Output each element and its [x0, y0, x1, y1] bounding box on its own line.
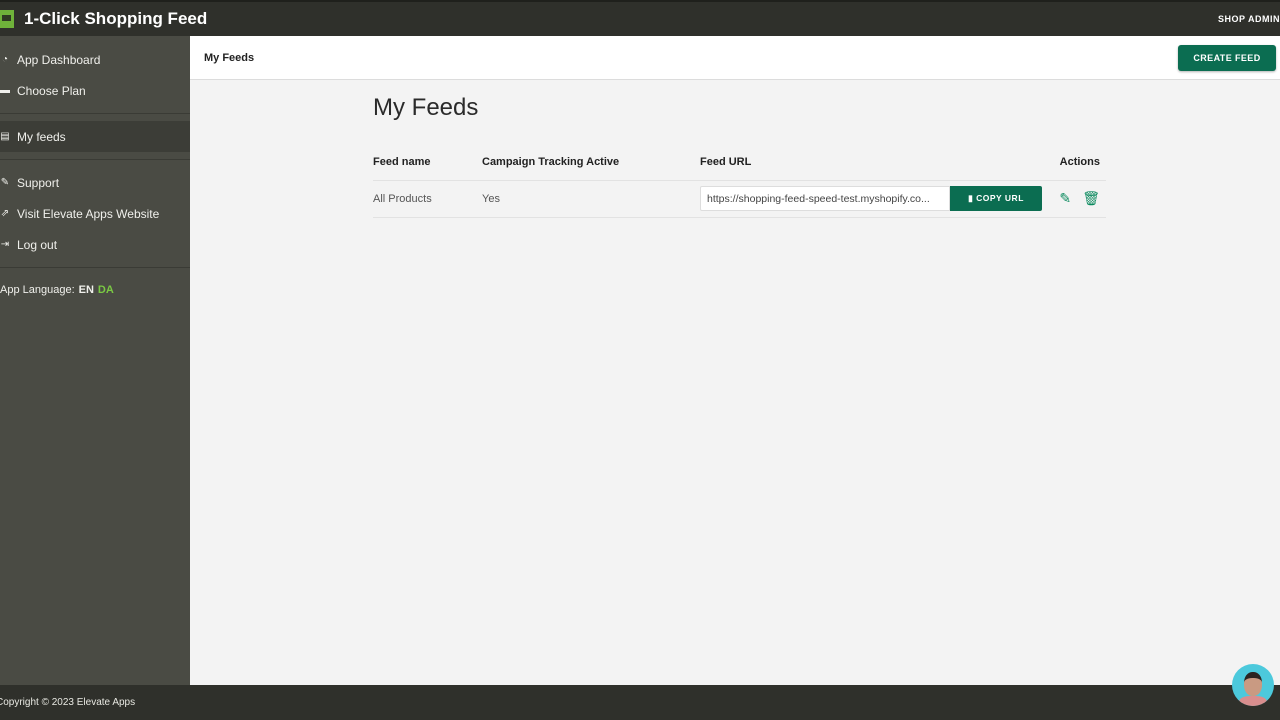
- page-title: My Feeds: [373, 94, 479, 121]
- credit-card-icon: ▬: [0, 84, 10, 96]
- actions-cell: ✎ 🗑: [1050, 180, 1106, 218]
- column-header-feed-url: Feed URL: [700, 144, 1051, 181]
- column-header-feed-name: Feed name: [373, 144, 482, 181]
- avatar-head: [1244, 672, 1262, 696]
- feed-name-cell: All Products: [373, 180, 482, 218]
- table-header-row: Feed name Campaign Tracking Active Feed …: [373, 144, 1106, 181]
- tracking-cell: Yes: [482, 180, 700, 218]
- header-title: My Feeds: [204, 51, 255, 64]
- language-da[interactable]: DA: [98, 284, 114, 296]
- sidebar-item-label: Choose Plan: [17, 83, 86, 98]
- sidebar-item-label: Visit Elevate Apps Website: [17, 206, 160, 221]
- create-feed-button[interactable]: CREATE FEED: [1178, 44, 1276, 71]
- page-header: My Feeds CREATE FEED: [190, 36, 1280, 80]
- sidebar-item-choose-plan[interactable]: ▬ Choose Plan: [0, 75, 190, 106]
- file-icon: ▤: [0, 130, 10, 142]
- copy-url-label: COPY URL: [976, 193, 1024, 203]
- divider: [0, 159, 190, 160]
- edit-icon[interactable]: ✎: [1059, 190, 1071, 207]
- sidebar-item-label: My feeds: [17, 129, 66, 144]
- external-link-icon: ⇗: [0, 207, 10, 219]
- sidebar-item-log-out[interactable]: ⇥ Log out: [0, 229, 190, 260]
- dashboard-icon: ◔: [1, 53, 9, 65]
- sidebar-item-my-feeds[interactable]: ▤ My feeds: [0, 121, 190, 152]
- column-header-tracking: Campaign Tracking Active: [482, 144, 700, 181]
- footer: Copyright © 2023 Elevate Apps: [0, 685, 1280, 720]
- language-label: App Language:: [0, 284, 75, 296]
- table-row: All Products Yes ▮ COPY URL ✎ 🗑: [373, 180, 1106, 218]
- column-header-actions: Actions: [1050, 144, 1106, 181]
- handshake-icon: ✎: [0, 176, 10, 188]
- sign-out-icon: ⇥: [0, 238, 10, 250]
- sidebar-item-label: Support: [17, 175, 60, 190]
- sidebar-item-support[interactable]: ✎ Support: [0, 167, 190, 198]
- content: My Feeds Feed name Campaign Tracking Act…: [373, 94, 1106, 218]
- sidebar-item-app-dashboard[interactable]: ◔ App Dashboard: [0, 44, 190, 75]
- feed-url-cell: ▮ COPY URL: [700, 180, 1051, 218]
- top-bar: 1-Click Shopping Feed SHOP ADMIN: [0, 0, 1280, 36]
- trash-icon[interactable]: 🗑: [1082, 190, 1100, 207]
- language-en[interactable]: EN: [79, 284, 94, 296]
- shopping-cart-icon: [0, 10, 14, 28]
- avatar-body: [1239, 696, 1267, 706]
- url-group: ▮ COPY URL: [700, 186, 1050, 211]
- clipboard-icon: ▮: [968, 193, 977, 203]
- app-language: App Language: EN DA: [0, 275, 190, 305]
- sidebar: ◔ App Dashboard ▬ Choose Plan ▤ My feeds…: [0, 36, 190, 685]
- divider: [0, 267, 190, 268]
- copyright-text: Copyright © 2023 Elevate Apps: [0, 697, 136, 708]
- app-title: 1-Click Shopping Feed: [24, 9, 208, 28]
- support-chat-avatar[interactable]: [1232, 664, 1274, 706]
- shop-admin-link[interactable]: SHOP ADMIN: [1218, 14, 1280, 24]
- copy-url-button[interactable]: ▮ COPY URL: [950, 186, 1042, 211]
- sidebar-item-visit-website[interactable]: ⇗ Visit Elevate Apps Website: [0, 198, 190, 229]
- feeds-table: Feed name Campaign Tracking Active Feed …: [373, 144, 1106, 218]
- sidebar-item-label: Log out: [17, 237, 58, 252]
- divider: [0, 113, 190, 114]
- sidebar-item-label: App Dashboard: [17, 52, 101, 67]
- main-area: My Feeds CREATE FEED My Feeds Feed name …: [190, 36, 1280, 685]
- feed-url-input[interactable]: [700, 186, 950, 211]
